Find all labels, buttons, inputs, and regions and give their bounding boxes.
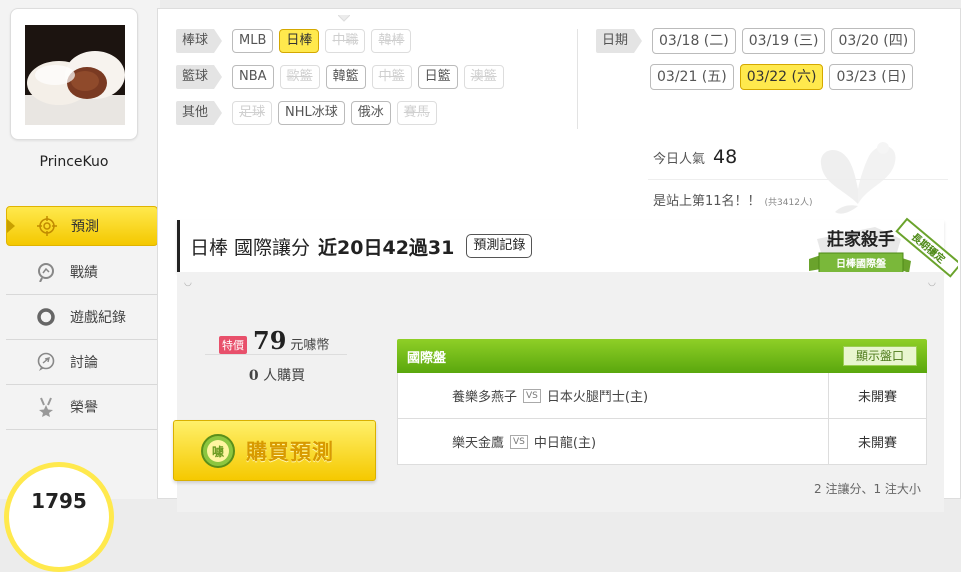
buyer-count: 0 人購買 bbox=[177, 365, 377, 385]
date-row-2: 03/21 (五) 03/22 (六) 03/23 (日) bbox=[650, 64, 914, 90]
username[interactable]: PrinceKuo bbox=[0, 154, 148, 170]
show-odds-button[interactable]: 顯示盤口 bbox=[842, 346, 917, 366]
vs-badge: VS bbox=[523, 388, 541, 403]
date-option[interactable]: 03/23 (日) bbox=[829, 64, 914, 90]
panel-notch bbox=[338, 15, 350, 22]
rank: 是站上第11名！！ (共3412人) bbox=[653, 190, 812, 209]
date-option[interactable]: 03/21 (五) bbox=[650, 64, 734, 90]
filter-row-other: 其他 足球 NHL冰球 俄冰 賽馬 bbox=[176, 101, 437, 125]
filter-row-basketball: 籃球 NBA 歐籃 韓籃 中籃 日籃 澳籃 bbox=[176, 65, 504, 89]
buyer-count-label: 人購買 bbox=[263, 368, 306, 384]
filter-option[interactable]: 日籃 bbox=[417, 65, 458, 89]
target-icon bbox=[37, 216, 57, 236]
record-summary: 近20日42過31 bbox=[318, 236, 455, 259]
popularity-value: 48 bbox=[713, 146, 738, 168]
divider bbox=[577, 29, 578, 129]
buyer-count-value: 0 bbox=[248, 368, 259, 384]
left-sidebar: PrinceKuo 預測 戰績 遊戲紀錄 討論 榮譽 1795 bbox=[0, 0, 167, 572]
buy-prediction-label: 購買預測 bbox=[246, 439, 334, 464]
rank-text: 是站上第11名！！ bbox=[653, 194, 761, 209]
avatar-card[interactable] bbox=[10, 8, 138, 140]
away-team: 樂天金鷹 bbox=[452, 436, 505, 451]
prediction-record-button[interactable]: 預測記錄 bbox=[466, 234, 533, 258]
filter-option: 澳籃 bbox=[463, 65, 504, 89]
date-category-label: 日期 bbox=[596, 29, 643, 53]
sidebar-item-label: 討論 bbox=[70, 355, 98, 371]
away-team: 養樂多燕子 bbox=[452, 390, 518, 405]
match-cell: 養樂多燕子 VS 日本火腿鬥士(主) bbox=[398, 386, 828, 405]
divider bbox=[648, 179, 948, 180]
match-cell: 樂天金鷹 VS 中日龍(主) bbox=[398, 432, 828, 451]
filter-option: 賽馬 bbox=[396, 101, 437, 125]
filter-option: 韓棒 bbox=[371, 29, 412, 53]
sidebar-item-honor[interactable]: 榮譽 bbox=[6, 385, 158, 430]
sale-tag: 特價 bbox=[219, 336, 247, 354]
filter-option: 足球 bbox=[232, 101, 273, 125]
popularity-label: 今日人氣 bbox=[653, 152, 706, 167]
rank-total: (共3412人) bbox=[764, 198, 813, 208]
filter-option[interactable]: 韓籃 bbox=[325, 65, 366, 89]
date-option[interactable]: 03/19 (三) bbox=[741, 28, 826, 54]
sidebar-nav: 預測 戰績 遊戲紀錄 討論 榮譽 bbox=[6, 206, 167, 430]
coin-icon-text: 噱 bbox=[212, 444, 225, 459]
date-option[interactable]: 03/18 (二) bbox=[652, 28, 736, 54]
bet-summary: 2 注讓分、1 注大小 bbox=[814, 482, 921, 496]
filter-option[interactable]: NBA bbox=[232, 65, 274, 89]
circle-icon bbox=[36, 307, 56, 327]
sidebar-item-label: 遊戲紀錄 bbox=[70, 310, 126, 326]
price: 特價 79 元噱幣 bbox=[219, 326, 329, 355]
main-panel: 棒球 MLB 日棒 中職 韓棒 籃球 NBA 歐籃 韓籃 中籃 日籃 澳籃 其他… bbox=[157, 8, 961, 512]
pin-icon: ◡ bbox=[928, 278, 936, 288]
category-label: 棒球 bbox=[176, 29, 223, 53]
filter-option[interactable]: 日棒 bbox=[279, 29, 320, 53]
butterfly-logo-icon bbox=[820, 142, 896, 214]
filter-option: 中職 bbox=[325, 29, 366, 53]
match-status: 未開賽 bbox=[828, 419, 926, 464]
odds-table: 國際盤 顯示盤口 養樂多燕子 VS 日本火腿鬥士(主) 未開賽 樂天金鷹 VS … bbox=[397, 339, 927, 465]
price-unit: 元噱幣 bbox=[290, 338, 330, 353]
match-status: 未開賽 bbox=[828, 373, 926, 418]
filter-row-baseball: 棒球 MLB 日棒 中職 韓棒 bbox=[176, 29, 412, 53]
page-title: 日棒 國際讓分 bbox=[190, 236, 311, 259]
sidebar-item-predict[interactable]: 預測 bbox=[6, 206, 167, 246]
avatar[interactable] bbox=[25, 25, 125, 125]
sidebar-item-label: 榮譽 bbox=[70, 400, 98, 416]
date-option[interactable]: 03/20 (四) bbox=[831, 28, 916, 54]
chart-icon bbox=[36, 262, 56, 282]
filter-option[interactable]: NHL冰球 bbox=[278, 101, 345, 125]
popularity: 今日人氣 48 bbox=[653, 146, 737, 168]
date-option[interactable]: 03/22 (六) bbox=[739, 64, 824, 90]
filter-option[interactable]: MLB bbox=[232, 29, 274, 53]
odds-table-header: 國際盤 顯示盤口 bbox=[397, 339, 927, 373]
filter-option[interactable]: 俄冰 bbox=[350, 101, 391, 125]
sidebar-item-label: 預測 bbox=[71, 219, 99, 235]
filter-option: 歐籃 bbox=[279, 65, 320, 89]
coin-icon: 噱 bbox=[201, 433, 235, 468]
buy-prediction-button[interactable]: 噱 購買預測 bbox=[173, 420, 376, 481]
sidebar-item-label: 戰績 bbox=[70, 265, 98, 281]
sidebar-item-game-log[interactable]: 遊戲紀錄 bbox=[6, 295, 158, 340]
odds-table-title: 國際盤 bbox=[407, 350, 447, 366]
prediction-content: ◡ ◡ 特價 79 元噱幣 0 人購買 噱 購買預測 國際盤 顯示盤口 養樂多燕… bbox=[173, 272, 944, 512]
category-label: 其他 bbox=[176, 101, 223, 125]
gauge-value: 1795 bbox=[31, 489, 87, 513]
sidebar-item-discuss[interactable]: 討論 bbox=[6, 340, 158, 385]
score-gauge: 1795 bbox=[4, 462, 114, 572]
home-team: 日本火腿鬥士(主) bbox=[546, 390, 649, 405]
divider bbox=[205, 354, 347, 355]
medal-icon bbox=[36, 397, 56, 417]
table-row: 樂天金鷹 VS 中日龍(主) 未開賽 bbox=[397, 419, 927, 465]
category-label: 籃球 bbox=[176, 65, 223, 89]
sidebar-item-record[interactable]: 戰績 bbox=[6, 250, 158, 295]
chat-icon bbox=[36, 352, 56, 372]
vs-badge: VS bbox=[510, 434, 528, 449]
badge-title: 莊家殺手 bbox=[827, 229, 895, 250]
badge-subtitle: 日棒國際盤 bbox=[836, 257, 887, 270]
date-row-1: 日期 03/18 (二) 03/19 (三) 03/20 (四) bbox=[596, 28, 916, 54]
home-team: 中日龍(主) bbox=[533, 436, 597, 451]
price-value: 79 bbox=[253, 326, 287, 355]
pin-icon: ◡ bbox=[184, 278, 192, 288]
filter-option: 中籃 bbox=[371, 65, 412, 89]
table-row: 養樂多燕子 VS 日本火腿鬥士(主) 未開賽 bbox=[397, 373, 927, 419]
